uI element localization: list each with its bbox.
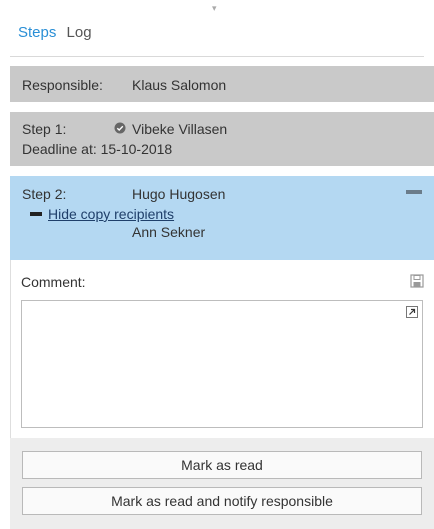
expand-icon[interactable] (406, 306, 418, 318)
comment-input[interactable] (21, 300, 423, 428)
copy-recipient: Ann Sekner (132, 224, 206, 240)
tab-bar: Steps Log (18, 24, 98, 41)
step-1-deadline: Deadline at: 15-10-2018 (22, 141, 173, 157)
collapse-step-icon[interactable] (406, 190, 422, 194)
minus-icon[interactable] (30, 212, 42, 216)
divider (10, 56, 424, 57)
tab-log[interactable]: Log (67, 24, 92, 41)
comment-label: Comment: (21, 274, 86, 290)
comment-section: Comment: (10, 260, 434, 438)
step-2-name: Hugo Hugosen (132, 186, 226, 202)
collapse-arrow-icon[interactable]: ▾ (212, 4, 217, 13)
step-2-row: Step 2: Hugo Hugosen Hide copy recipient… (10, 176, 434, 260)
save-icon[interactable] (410, 274, 424, 288)
responsible-label: Responsible: (22, 77, 103, 93)
step-2-label: Step 2: (22, 186, 67, 202)
mark-as-read-button[interactable]: Mark as read (22, 451, 422, 479)
step-1-row: Step 1: Vibeke Villasen Deadline at: 15-… (10, 112, 434, 166)
check-circle-icon (114, 122, 126, 134)
actions-footer: Mark as read Mark as read and notify res… (10, 438, 434, 529)
step-1-name: Vibeke Villasen (132, 121, 228, 137)
step-1-label: Step 1: (22, 121, 67, 137)
responsible-name: Klaus Salomon (132, 77, 227, 93)
mark-as-read-notify-button[interactable]: Mark as read and notify responsible (22, 487, 422, 515)
tab-steps[interactable]: Steps (18, 24, 56, 41)
hide-copy-recipients-link[interactable]: Hide copy recipients (48, 206, 174, 222)
responsible-row: Responsible: Klaus Salomon (10, 66, 434, 102)
